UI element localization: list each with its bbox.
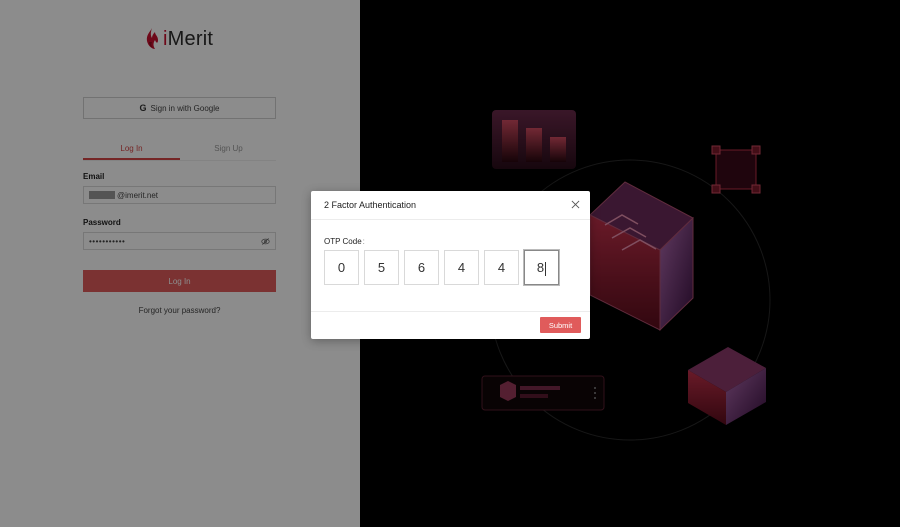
modal-footer-divider	[311, 311, 590, 312]
otp-digit-5[interactable]: 4	[484, 250, 519, 285]
otp-digit-1[interactable]: 0	[324, 250, 359, 285]
otp-digit-3[interactable]: 6	[404, 250, 439, 285]
otp-input-group: 0 5 6 4 4 8	[324, 250, 559, 285]
text-caret	[545, 261, 547, 276]
otp-label: OTP Code:	[324, 237, 365, 246]
submit-button[interactable]: Submit	[540, 317, 581, 333]
otp-digit-6[interactable]: 8	[524, 250, 559, 285]
close-icon[interactable]	[571, 200, 580, 209]
otp-digit-4[interactable]: 4	[444, 250, 479, 285]
otp-digit-2[interactable]: 5	[364, 250, 399, 285]
modal-header: 2 Factor Authentication	[311, 191, 590, 220]
modal-title: 2 Factor Authentication	[324, 200, 417, 210]
otp-digit-6-value: 8	[536, 260, 545, 275]
two-factor-modal: 2 Factor Authentication OTP Code: 0 5 6 …	[311, 191, 590, 339]
